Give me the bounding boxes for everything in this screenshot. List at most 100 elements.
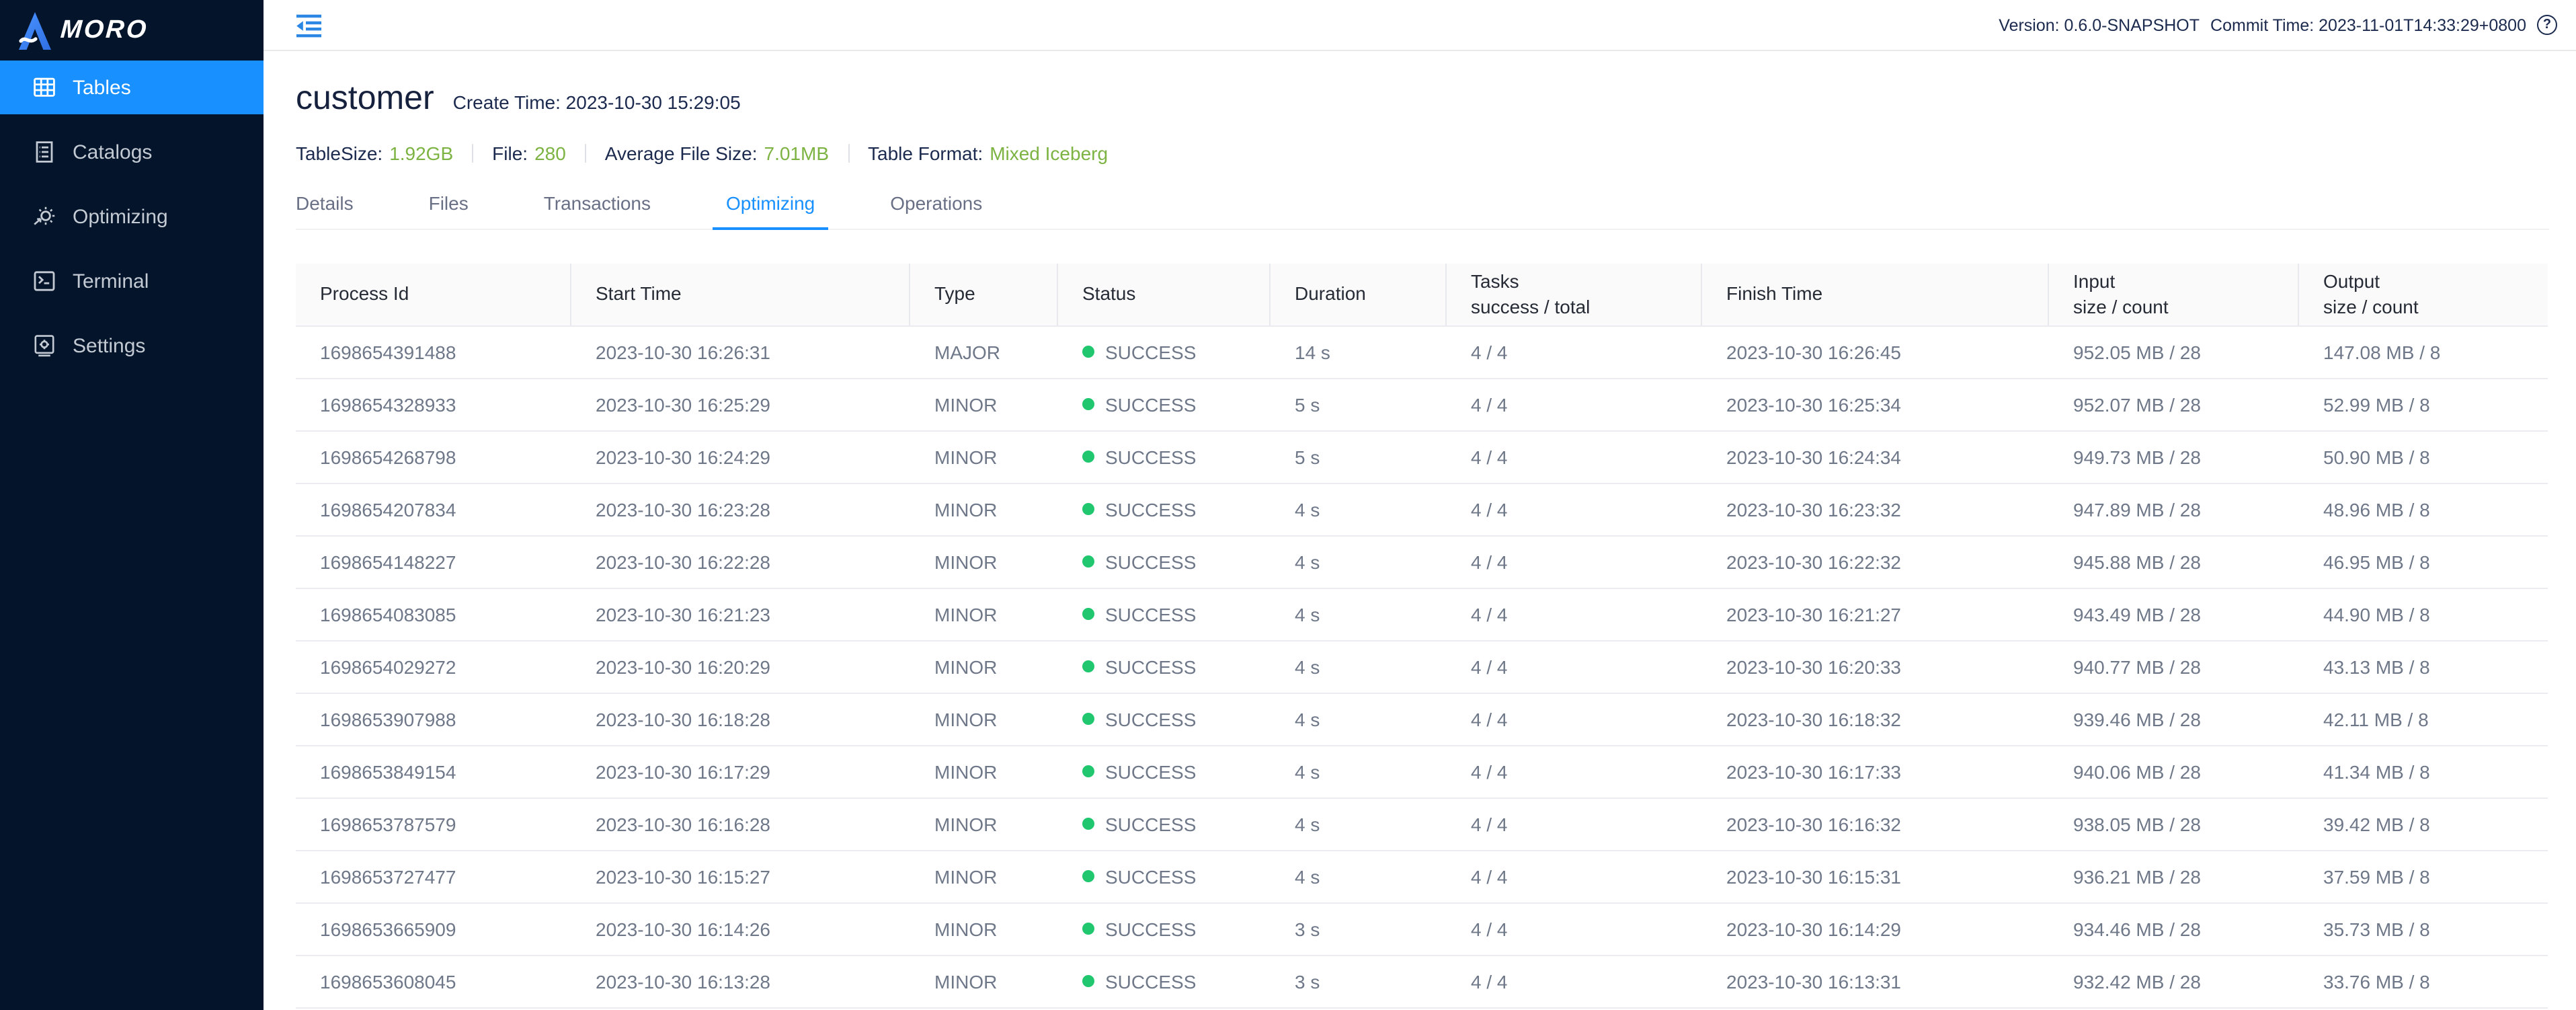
cell-start-time: 2023-10-30 16:26:31 bbox=[571, 325, 910, 378]
status-success-dot bbox=[1082, 869, 1094, 882]
cell-finish-time: 2023-10-30 16:23:32 bbox=[1702, 483, 2049, 535]
cell-process-id: 1698654029272 bbox=[296, 640, 571, 693]
tab-bar: Details Files Transactions Optimizing Op… bbox=[296, 188, 2549, 230]
cell-duration: 3 s bbox=[1271, 955, 1447, 1007]
col-header-tasks: Tasks success / total bbox=[1447, 264, 1702, 325]
cell-output: 41.34 MB / 8 bbox=[2299, 745, 2548, 798]
tab-details[interactable]: Details bbox=[296, 188, 367, 229]
cell-input: 939.46 MB / 28 bbox=[2049, 693, 2299, 745]
tab-operations[interactable]: Operations bbox=[877, 188, 996, 229]
table-row: 1698653727477 2023-10-30 16:15:27 MINOR … bbox=[296, 850, 2548, 902]
cell-finish-time: 2023-10-30 16:13:31 bbox=[1702, 955, 2049, 1007]
cell-type: MINOR bbox=[910, 535, 1058, 588]
table-grid-icon bbox=[32, 75, 56, 100]
commit-time-text: Commit Time: 2023-11-01T14:33:29+0800 bbox=[2210, 15, 2526, 34]
question-circle-icon[interactable]: ? bbox=[2537, 15, 2557, 35]
cell-start-time: 2023-10-30 16:25:29 bbox=[571, 378, 910, 430]
cell-status: SUCCESS bbox=[1058, 325, 1271, 378]
stat-table-format: Table Format: Mixed Iceberg bbox=[868, 143, 1108, 164]
cell-start-time: 2023-10-30 16:18:28 bbox=[571, 693, 910, 745]
cell-finish-time: 2023-10-30 16:20:33 bbox=[1702, 640, 2049, 693]
table-row: 1698653608045 2023-10-30 16:13:28 MINOR … bbox=[296, 955, 2548, 1007]
table-row: 1698653907988 2023-10-30 16:18:28 MINOR … bbox=[296, 693, 2548, 745]
tab-files[interactable]: Files bbox=[415, 188, 482, 229]
sidebar-item-label: Optimizing bbox=[73, 205, 168, 228]
cell-tasks: 4 / 4 bbox=[1447, 535, 1702, 588]
table-row: 1698654148227 2023-10-30 16:22:28 MINOR … bbox=[296, 535, 2548, 588]
cell-input: 949.73 MB / 28 bbox=[2049, 430, 2299, 483]
cell-output: 147.08 MB / 8 bbox=[2299, 325, 2548, 378]
cell-output: 37.59 MB / 8 bbox=[2299, 850, 2548, 902]
cell-duration: 4 s bbox=[1271, 745, 1447, 798]
sidebar-item-terminal[interactable]: Terminal bbox=[0, 254, 264, 308]
cell-type: MINOR bbox=[910, 745, 1058, 798]
cell-type: MINOR bbox=[910, 955, 1058, 1007]
cell-tasks: 4 / 4 bbox=[1447, 325, 1702, 378]
cell-start-time: 2023-10-30 16:16:28 bbox=[571, 798, 910, 850]
status-success-dot bbox=[1082, 345, 1094, 357]
cell-process-id: 1698654268798 bbox=[296, 430, 571, 483]
title-row: customer Create Time: 2023-10-30 15:29:0… bbox=[296, 75, 2549, 121]
cell-finish-time: 2023-10-30 16:26:45 bbox=[1702, 325, 2049, 378]
cell-status: SUCCESS bbox=[1058, 745, 1271, 798]
cell-input: 947.89 MB / 28 bbox=[2049, 483, 2299, 535]
cell-tasks: 4 / 4 bbox=[1447, 588, 1702, 640]
cell-output: 50.90 MB / 8 bbox=[2299, 430, 2548, 483]
menu-fold-icon[interactable] bbox=[296, 13, 323, 37]
col-header-type: Type bbox=[910, 264, 1058, 325]
cell-start-time: 2023-10-30 16:15:27 bbox=[571, 850, 910, 902]
cell-process-id: 1698654207834 bbox=[296, 483, 571, 535]
cell-output: 44.90 MB / 8 bbox=[2299, 588, 2548, 640]
cell-type: MINOR bbox=[910, 378, 1058, 430]
status-success-dot bbox=[1082, 555, 1094, 567]
stat-divider bbox=[585, 144, 586, 163]
sidebar-item-optimizing[interactable]: Optimizing bbox=[0, 190, 264, 243]
cell-status: SUCCESS bbox=[1058, 693, 1271, 745]
status-success-dot bbox=[1082, 922, 1094, 934]
cell-duration: 4 s bbox=[1271, 483, 1447, 535]
cell-tasks: 4 / 4 bbox=[1447, 902, 1702, 955]
cell-start-time: 2023-10-30 16:23:28 bbox=[571, 483, 910, 535]
table-header-row: Process Id Start Time Type Status Durati… bbox=[296, 264, 2548, 325]
sidebar-item-label: Catalogs bbox=[73, 141, 152, 163]
cell-output: 46.95 MB / 8 bbox=[2299, 535, 2548, 588]
amoro-logo[interactable]: MORO bbox=[0, 0, 264, 61]
sidebar: MORO Tables bbox=[0, 0, 264, 1010]
status-success-dot bbox=[1082, 450, 1094, 462]
tab-optimizing[interactable]: Optimizing bbox=[713, 188, 828, 229]
cell-start-time: 2023-10-30 16:20:29 bbox=[571, 640, 910, 693]
cell-start-time: 2023-10-30 16:22:28 bbox=[571, 535, 910, 588]
app-window: MORO Tables bbox=[0, 0, 2576, 1010]
status-success-dot bbox=[1082, 712, 1094, 724]
cell-finish-time: 2023-10-30 16:25:34 bbox=[1702, 378, 2049, 430]
cell-finish-time: 2023-10-30 16:24:34 bbox=[1702, 430, 2049, 483]
cell-process-id: 1698654148227 bbox=[296, 535, 571, 588]
cell-finish-time: 2023-10-30 16:21:27 bbox=[1702, 588, 2049, 640]
table-row: 1698653849154 2023-10-30 16:17:29 MINOR … bbox=[296, 745, 2548, 798]
table-row: 1698653665909 2023-10-30 16:14:26 MINOR … bbox=[296, 902, 2548, 955]
sidebar-item-catalogs[interactable]: Catalogs bbox=[0, 125, 264, 179]
status-success-dot bbox=[1082, 817, 1094, 829]
cell-start-time: 2023-10-30 16:14:26 bbox=[571, 902, 910, 955]
cell-type: MINOR bbox=[910, 693, 1058, 745]
cell-tasks: 4 / 4 bbox=[1447, 745, 1702, 798]
cell-duration: 4 s bbox=[1271, 798, 1447, 850]
stat-file-count: File: 280 bbox=[492, 143, 566, 164]
cell-status: SUCCESS bbox=[1058, 535, 1271, 588]
col-header-start-time: Start Time bbox=[571, 264, 910, 325]
cell-output: 33.76 MB / 8 bbox=[2299, 955, 2548, 1007]
status-success-dot bbox=[1082, 765, 1094, 777]
col-header-input: Input size / count bbox=[2049, 264, 2299, 325]
table-row: 1698654029272 2023-10-30 16:20:29 MINOR … bbox=[296, 640, 2548, 693]
sidebar-item-tables[interactable]: Tables bbox=[0, 61, 264, 114]
topbar-right: Version: 0.6.0-SNAPSHOT Commit Time: 202… bbox=[1999, 15, 2557, 35]
cell-finish-time: 2023-10-30 16:15:31 bbox=[1702, 850, 2049, 902]
cell-status: SUCCESS bbox=[1058, 430, 1271, 483]
cell-finish-time: 2023-10-30 16:17:33 bbox=[1702, 745, 2049, 798]
sidebar-item-label: Tables bbox=[73, 76, 131, 99]
cell-start-time: 2023-10-30 16:24:29 bbox=[571, 430, 910, 483]
cell-start-time: 2023-10-30 16:21:23 bbox=[571, 588, 910, 640]
cell-start-time: 2023-10-30 16:17:29 bbox=[571, 745, 910, 798]
tab-transactions[interactable]: Transactions bbox=[530, 188, 664, 229]
sidebar-item-settings[interactable]: Settings bbox=[0, 319, 264, 373]
